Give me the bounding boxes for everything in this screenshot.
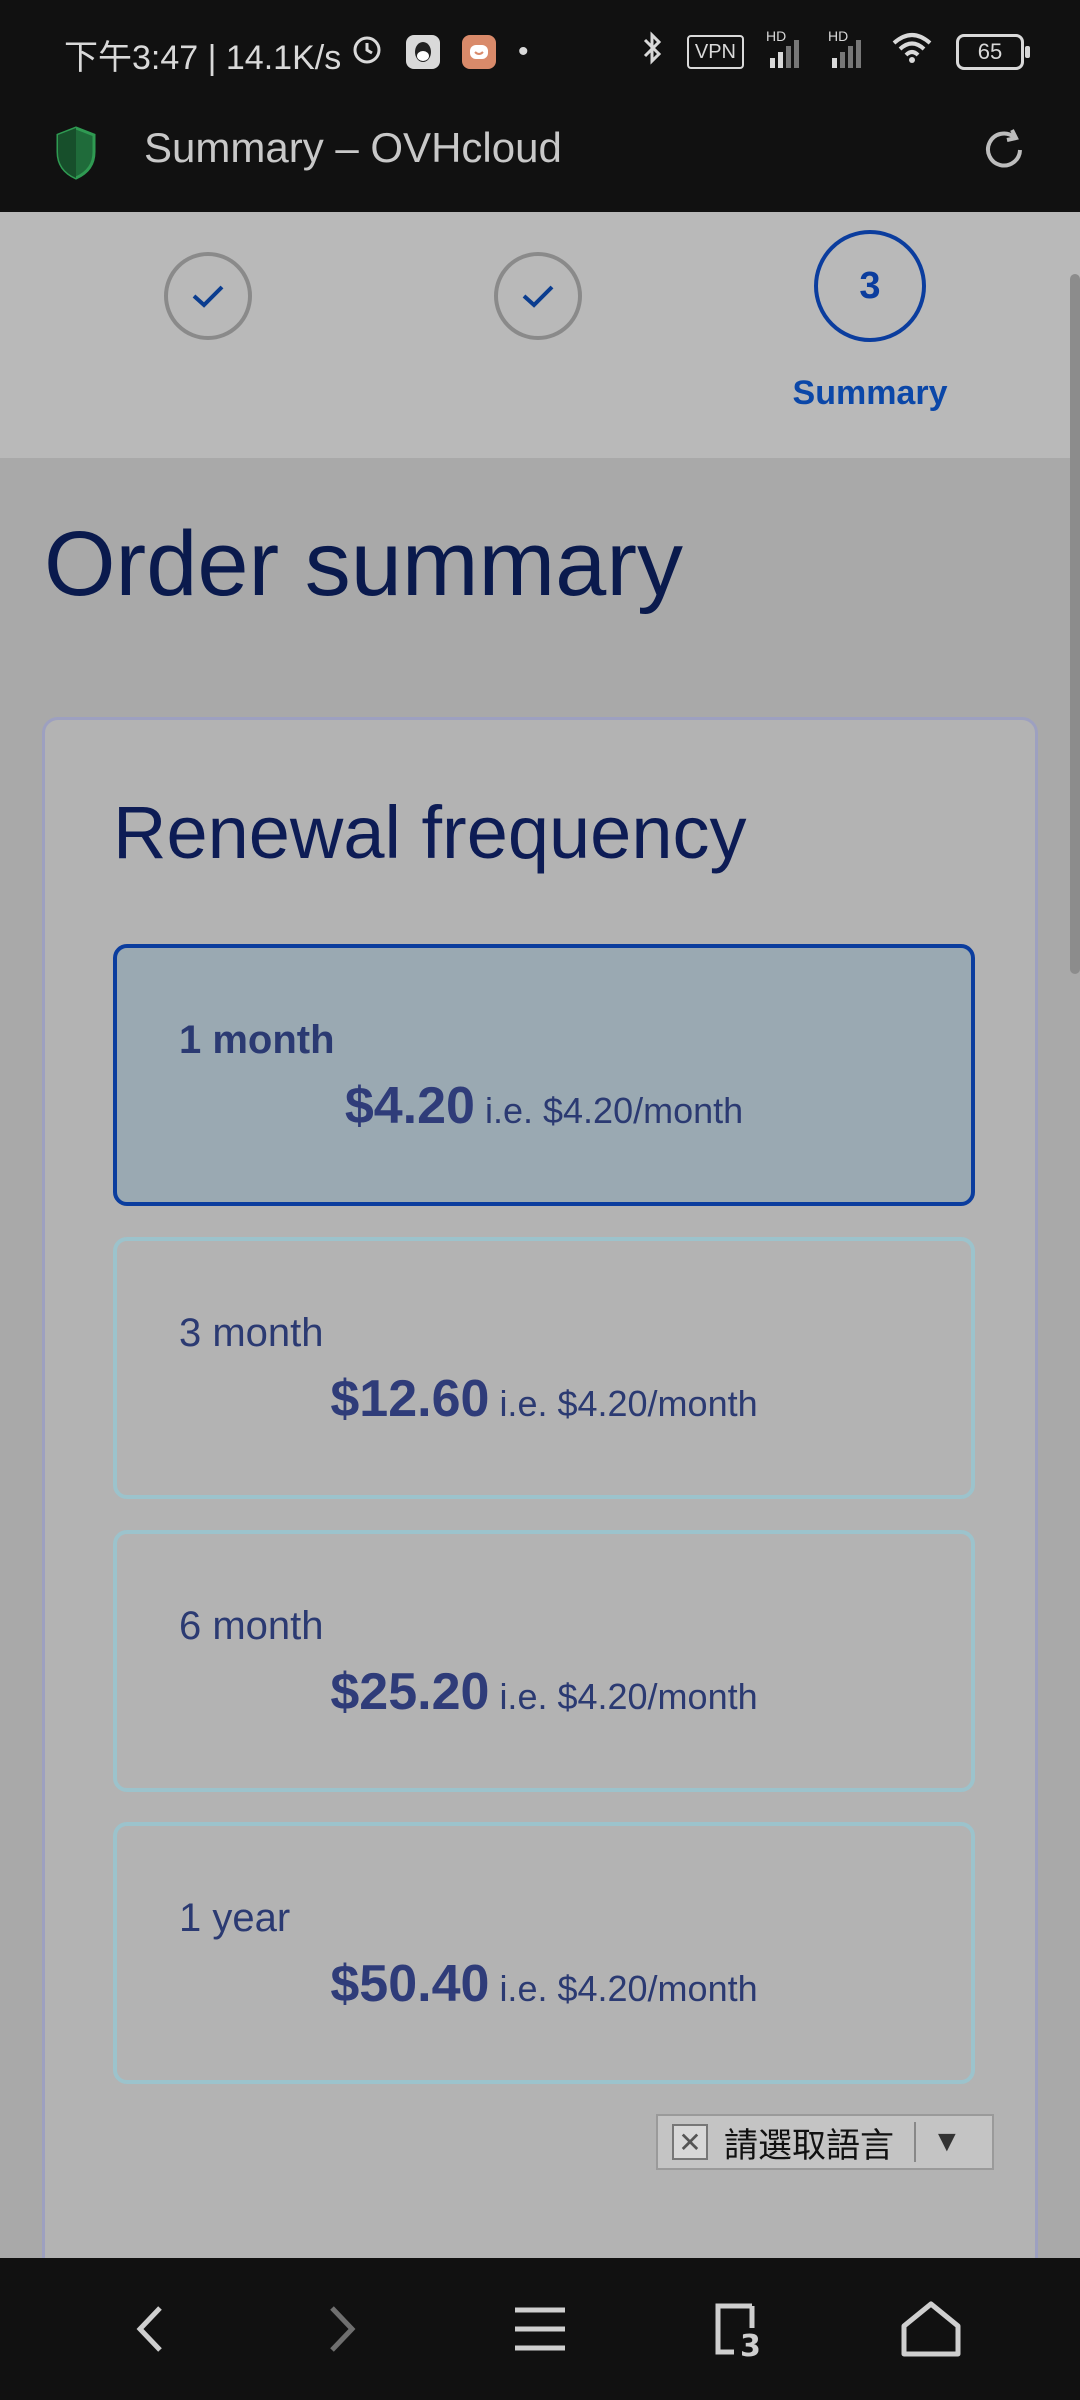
option-price-row: $25.20 i.e. $4.20/month bbox=[117, 1662, 971, 1722]
app-notification-icon bbox=[462, 34, 496, 69]
renewal-option-1-year[interactable]: 1 year $50.40 i.e. $4.20/month bbox=[113, 1822, 975, 2084]
option-per-month: i.e. $4.20/month bbox=[499, 1383, 758, 1424]
option-label: 1 month bbox=[179, 1018, 335, 1062]
option-per-month: i.e. $4.20/month bbox=[499, 1676, 758, 1717]
check-icon bbox=[522, 285, 554, 308]
step-1[interactable] bbox=[164, 252, 252, 340]
browser-bottom-nav: 3 bbox=[0, 2258, 1080, 2400]
step-3-label: Summary bbox=[792, 374, 948, 412]
language-selector-label: 請選取語言 bbox=[724, 2126, 894, 2165]
status-notification-icons: • bbox=[350, 32, 529, 71]
option-label: 6 month bbox=[179, 1604, 324, 1648]
divider bbox=[914, 2122, 916, 2162]
option-label: 1 year bbox=[179, 1896, 291, 1940]
battery-indicator: 65 bbox=[956, 33, 1030, 70]
alarm-icon bbox=[350, 32, 384, 71]
status-system-icons: VPN HD HD 65 bbox=[641, 28, 1030, 73]
menu-icon[interactable] bbox=[505, 2294, 575, 2364]
order-summary-heading: Order summary bbox=[44, 513, 683, 615]
signal-icon-2: HD bbox=[828, 28, 868, 70]
page-scrollbar[interactable] bbox=[1070, 274, 1080, 974]
page-title: Summary – OVHcloud bbox=[144, 124, 562, 171]
status-bar: 下午3:47 | 14.1K/s • VPN HD HD 65 bbox=[0, 0, 1080, 104]
close-icon[interactable]: ✕ bbox=[672, 2124, 708, 2160]
option-per-month: i.e. $4.20/month bbox=[484, 1090, 744, 1131]
option-price-row: $12.60 i.e. $4.20/month bbox=[117, 1369, 971, 1429]
reload-icon[interactable] bbox=[976, 122, 1032, 178]
home-icon[interactable] bbox=[896, 2294, 966, 2364]
step-2-circle bbox=[494, 252, 582, 340]
language-selector[interactable]: ✕ 請選取語言 ▼ bbox=[656, 2114, 994, 2170]
bluetooth-icon bbox=[641, 30, 665, 73]
signal-icon-1: HD bbox=[766, 28, 806, 70]
dot-icon: • bbox=[518, 34, 529, 68]
option-price-row: $4.20 i.e. $4.20/month bbox=[117, 1076, 971, 1136]
option-price: $25.20 bbox=[330, 1663, 490, 1721]
vpn-badge: VPN bbox=[686, 34, 744, 69]
step-2[interactable] bbox=[494, 252, 582, 340]
svg-text:3: 3 bbox=[740, 2329, 761, 2364]
checkout-stepper: 3 Summary bbox=[0, 212, 1080, 458]
renewal-option-3-month[interactable]: 3 month $12.60 i.e. $4.20/month bbox=[113, 1237, 975, 1499]
qq-icon bbox=[406, 34, 440, 69]
browser-header: Summary – OVHcloud bbox=[0, 104, 1080, 212]
option-price-row: $50.40 i.e. $4.20/month bbox=[117, 1954, 971, 2014]
check-icon bbox=[192, 285, 224, 308]
step-1-circle bbox=[164, 252, 252, 340]
renewal-option-1-month[interactable]: 1 month $4.20 i.e. $4.20/month bbox=[113, 944, 975, 1206]
option-price: $12.60 bbox=[330, 1370, 490, 1428]
back-icon[interactable] bbox=[116, 2294, 186, 2364]
option-price: $50.40 bbox=[330, 1955, 490, 2013]
step-3[interactable]: 3 Summary bbox=[793, 230, 947, 412]
dropdown-arrow-icon[interactable]: ▼ bbox=[932, 2125, 962, 2159]
shield-icon[interactable] bbox=[54, 126, 98, 180]
web-content[interactable]: 3 Summary Order summary Renewal frequenc… bbox=[0, 212, 1080, 2258]
step-3-circle: 3 bbox=[814, 230, 926, 342]
status-time: 下午3:47 | 14.1K/s bbox=[64, 39, 342, 77]
wifi-icon bbox=[890, 31, 934, 72]
option-per-month: i.e. $4.20/month bbox=[499, 1968, 758, 2009]
tabs-icon[interactable]: 3 bbox=[706, 2294, 776, 2364]
renewal-frequency-heading: Renewal frequency bbox=[113, 791, 747, 874]
option-price: $4.20 bbox=[344, 1077, 475, 1135]
renewal-frequency-card: Renewal frequency 1 month $4.20 i.e. $4.2… bbox=[42, 717, 1038, 2258]
option-label: 3 month bbox=[179, 1311, 324, 1355]
forward-icon[interactable] bbox=[306, 2294, 376, 2364]
renewal-option-6-month[interactable]: 6 month $25.20 i.e. $4.20/month bbox=[113, 1530, 975, 1792]
